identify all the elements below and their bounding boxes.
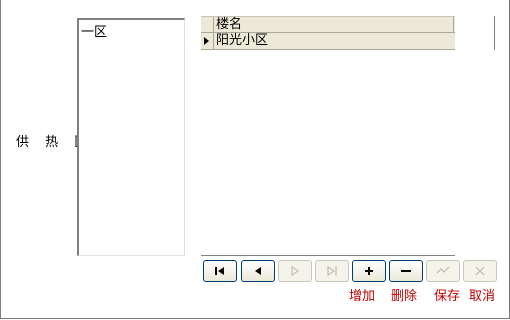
cancel-record-button[interactable] [463,260,497,282]
save-caption: 保存 [434,289,461,304]
grid-header: 楼名 [201,16,455,33]
list-item[interactable]: 一区 [81,21,107,40]
column-header-building-name[interactable]: 楼名 [216,17,242,32]
cancel-caption: 取消 [469,289,496,304]
scrollbar-edge [494,16,495,50]
district-listbox[interactable]: 一区 [77,18,185,256]
first-record-icon [215,267,224,275]
current-row-icon [204,37,209,45]
delete-caption: 删除 [391,289,418,304]
last-record-icon [327,266,337,276]
building-grid[interactable]: 楼名 阳光小区 [201,16,455,256]
next-record-button[interactable] [278,260,312,282]
table-cell[interactable]: 阳光小区 [216,33,268,49]
post-record-icon [436,266,450,274]
column-divider [453,17,454,32]
next-record-icon [291,266,299,276]
cancel-record-icon [475,266,485,276]
post-record-button[interactable] [426,260,460,282]
prior-record-icon [255,267,261,275]
indicator-divider [213,33,214,49]
first-record-button[interactable] [203,260,237,282]
indicator-column-header [201,17,214,32]
last-record-button[interactable] [315,260,349,282]
insert-record-icon [365,267,373,275]
add-caption: 增加 [349,289,376,304]
table-row[interactable]: 阳光小区 [201,33,455,50]
delete-record-button[interactable] [389,260,423,282]
delete-record-icon [401,270,411,272]
prior-record-button[interactable] [241,260,275,282]
insert-record-button[interactable] [352,260,386,282]
grid-bottom-border [201,255,455,256]
